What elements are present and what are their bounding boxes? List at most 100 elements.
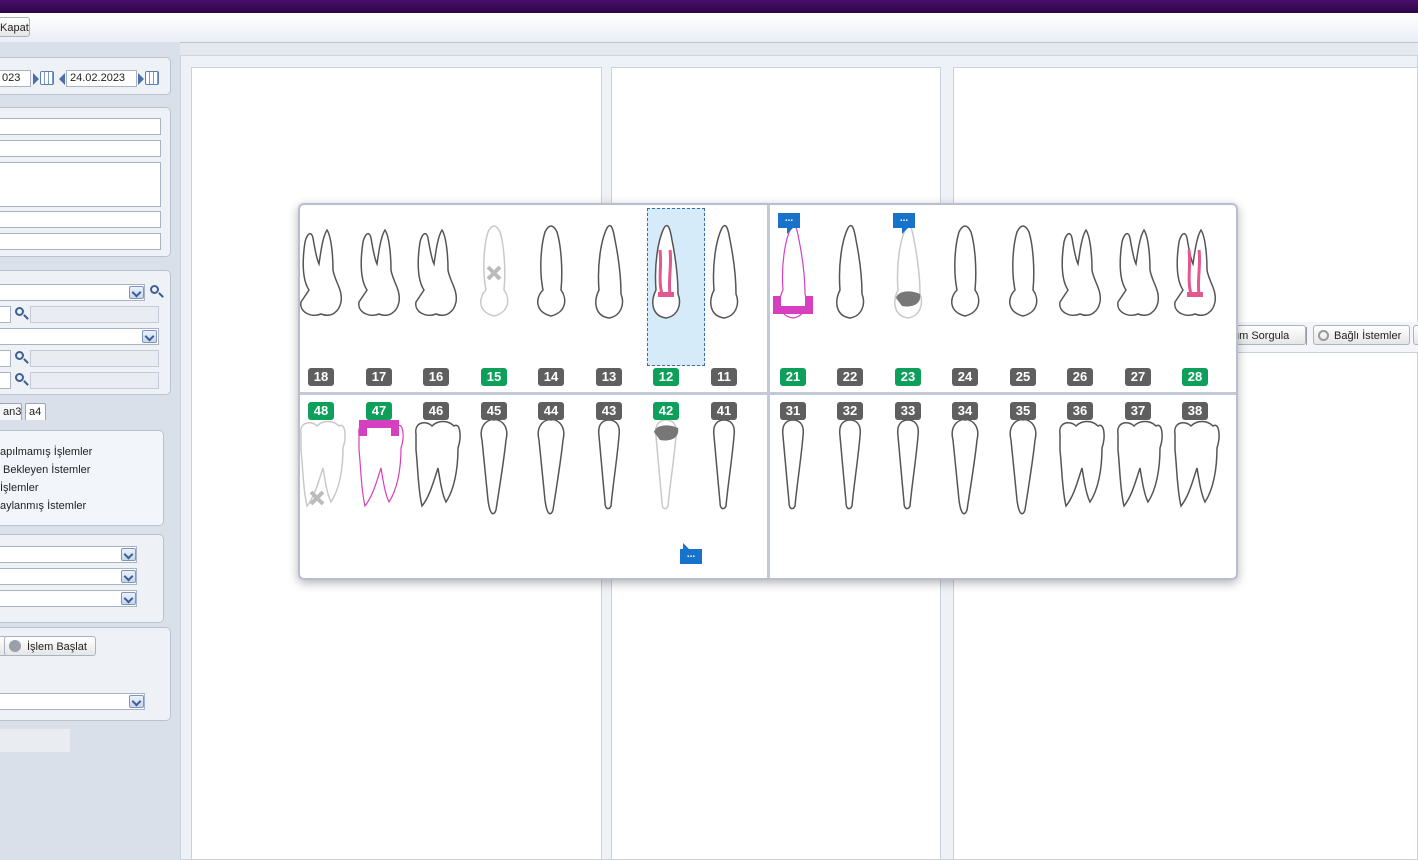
select-field[interactable] <box>0 284 145 301</box>
tooth-number-38[interactable]: 38 <box>1182 402 1208 420</box>
code-input[interactable] <box>0 306 11 323</box>
notes-textarea[interactable] <box>0 162 161 207</box>
tooth-number-47[interactable]: 47 <box>366 402 392 420</box>
start-date-input[interactable]: 023 <box>0 70 31 87</box>
tooth-38[interactable] <box>1165 410 1225 570</box>
tooth-16[interactable] <box>406 210 466 370</box>
tooth-34[interactable] <box>935 410 995 570</box>
status-item-done[interactable]: İşlemler <box>0 482 39 494</box>
code-input[interactable] <box>0 350 11 367</box>
tooth-43[interactable] <box>579 410 639 570</box>
tooth-number-16[interactable]: 16 <box>423 368 449 386</box>
chevron-down-icon[interactable] <box>129 695 144 708</box>
tooth-number-21[interactable]: 21 <box>780 368 806 386</box>
tooth-number-13[interactable]: 13 <box>596 368 622 386</box>
tooth-number-31[interactable]: 31 <box>780 402 806 420</box>
search-icon[interactable] <box>150 285 159 294</box>
tooth-number-22[interactable]: 22 <box>837 368 863 386</box>
tooth-36[interactable] <box>1050 410 1110 570</box>
calendar-icon[interactable] <box>40 71 54 85</box>
tooth-number-35[interactable]: 35 <box>1010 402 1036 420</box>
tooth-17[interactable] <box>349 210 409 370</box>
tooth-44[interactable] <box>521 410 581 570</box>
tooth-35[interactable] <box>993 410 1053 570</box>
tooth-number-36[interactable]: 36 <box>1067 402 1093 420</box>
linked-requests-button[interactable]: Bağlı İstemler <box>1313 325 1410 345</box>
note-marker-icon[interactable]: ... <box>778 213 800 234</box>
tooth-18[interactable] <box>291 210 351 370</box>
status-item-not-done[interactable]: apılmamış İşlemler <box>0 446 92 458</box>
tooth-26[interactable] <box>1050 210 1110 370</box>
search-icon[interactable] <box>15 351 24 360</box>
tab-a4[interactable]: a4 <box>25 403 46 420</box>
tooth-number-46[interactable]: 46 <box>423 402 449 420</box>
tooth-46[interactable] <box>406 410 466 570</box>
search-icon[interactable] <box>15 373 24 382</box>
tooth-number-17[interactable]: 17 <box>366 368 392 386</box>
tooth-28[interactable] <box>1165 210 1225 370</box>
text-field[interactable] <box>0 211 161 228</box>
tooth-13[interactable] <box>579 210 639 370</box>
tooth-21[interactable] <box>763 210 823 370</box>
tooth-25[interactable] <box>993 210 1053 370</box>
chevron-down-icon[interactable] <box>129 286 144 299</box>
tooth-22[interactable] <box>820 210 880 370</box>
tooth-number-12[interactable]: 12 <box>653 368 679 386</box>
tooth-number-27[interactable]: 27 <box>1125 368 1151 386</box>
tooth-37[interactable] <box>1108 410 1168 570</box>
tooth-32[interactable] <box>820 410 880 570</box>
tooth-47[interactable] <box>349 410 409 570</box>
select-field[interactable] <box>0 568 137 585</box>
tooth-number-25[interactable]: 25 <box>1010 368 1036 386</box>
tooth-12[interactable] <box>636 210 696 370</box>
tooth-number-11[interactable]: 11 <box>711 368 737 386</box>
select-field[interactable] <box>0 328 159 345</box>
tooth-27[interactable] <box>1108 210 1168 370</box>
prev-day-arrow-icon[interactable] <box>59 73 65 85</box>
tooth-number-43[interactable]: 43 <box>596 402 622 420</box>
code-input[interactable] <box>0 372 11 389</box>
text-field[interactable] <box>0 233 161 250</box>
tooth-45[interactable] <box>464 410 524 570</box>
tooth-number-26[interactable]: 26 <box>1067 368 1093 386</box>
tooth-number-45[interactable]: 45 <box>481 402 507 420</box>
tooth-number-33[interactable]: 33 <box>895 402 921 420</box>
note-marker-icon[interactable]: ... <box>893 213 915 234</box>
tooth-33[interactable] <box>878 410 938 570</box>
next-day-arrow-icon[interactable] <box>33 73 39 85</box>
chevron-down-icon[interactable] <box>121 592 136 605</box>
status-item-approved[interactable]: aylanmış İstemler <box>0 500 86 512</box>
tooth-number-42[interactable]: 42 <box>653 402 679 420</box>
tooth-11[interactable] <box>694 210 754 370</box>
tooth-number-41[interactable]: 41 <box>711 402 737 420</box>
start-process-button[interactable]: İşlem Başlat <box>4 636 96 656</box>
tooth-number-23[interactable]: 23 <box>895 368 921 386</box>
text-field[interactable] <box>0 118 161 135</box>
tooth-31[interactable] <box>763 410 823 570</box>
tooth-number-37[interactable]: 37 <box>1125 402 1151 420</box>
select-field[interactable] <box>0 590 137 607</box>
chevron-down-icon[interactable] <box>121 570 136 583</box>
next-day-arrow-icon[interactable] <box>138 73 144 85</box>
tooth-15[interactable] <box>464 210 524 370</box>
tooth-number-44[interactable]: 44 <box>538 402 564 420</box>
tooth-41[interactable] <box>694 410 754 570</box>
end-date-input[interactable]: 24.02.2023 <box>66 70 137 87</box>
tooth-number-48[interactable]: 48 <box>308 402 334 420</box>
tooth-23[interactable] <box>878 210 938 370</box>
tooth-number-28[interactable]: 28 <box>1182 368 1208 386</box>
tab-an3[interactable]: an3 <box>0 403 22 420</box>
more-button[interactable] <box>1413 325 1418 345</box>
select-field[interactable] <box>0 693 145 710</box>
calendar-icon[interactable] <box>145 71 159 85</box>
tooth-24[interactable] <box>935 210 995 370</box>
select-field[interactable] <box>0 546 137 563</box>
tooth-48[interactable] <box>291 410 351 570</box>
tooth-number-32[interactable]: 32 <box>837 402 863 420</box>
tooth-number-14[interactable]: 14 <box>538 368 564 386</box>
close-button[interactable]: Kapat <box>0 17 30 37</box>
text-field[interactable] <box>0 140 161 157</box>
chevron-down-icon[interactable] <box>142 330 157 343</box>
chevron-down-icon[interactable] <box>121 548 136 561</box>
tooth-number-24[interactable]: 24 <box>952 368 978 386</box>
